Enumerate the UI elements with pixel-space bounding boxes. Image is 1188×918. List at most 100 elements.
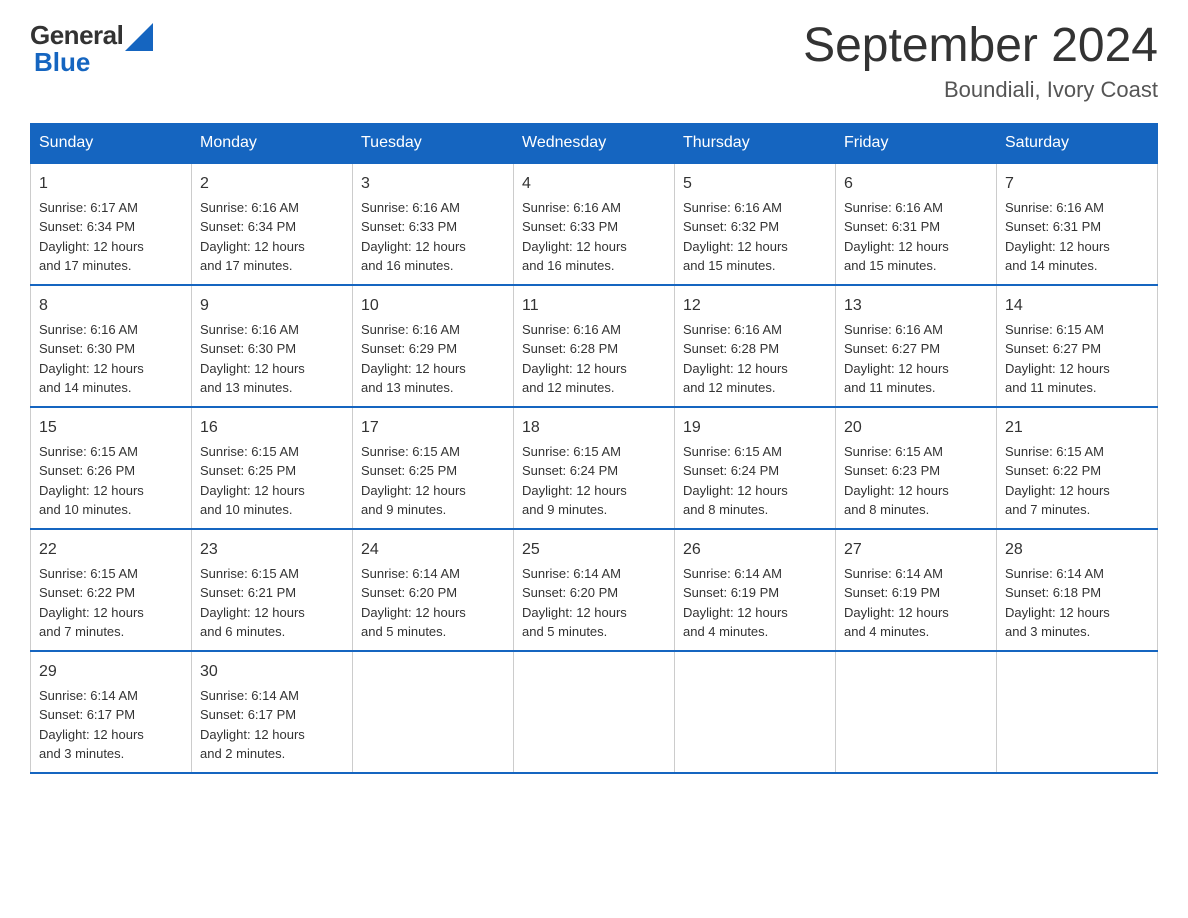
day-info: Sunrise: 6:17 AMSunset: 6:34 PMDaylight:…: [39, 200, 144, 274]
day-number: 18: [522, 416, 666, 440]
calendar-cell: 5 Sunrise: 6:16 AMSunset: 6:32 PMDayligh…: [675, 163, 836, 285]
day-info: Sunrise: 6:14 AMSunset: 6:19 PMDaylight:…: [683, 566, 788, 640]
day-info: Sunrise: 6:15 AMSunset: 6:27 PMDaylight:…: [1005, 322, 1110, 396]
day-number: 2: [200, 172, 344, 196]
calendar-cell: 22 Sunrise: 6:15 AMSunset: 6:22 PMDaylig…: [31, 529, 192, 651]
day-info: Sunrise: 6:16 AMSunset: 6:30 PMDaylight:…: [200, 322, 305, 396]
calendar-cell: 10 Sunrise: 6:16 AMSunset: 6:29 PMDaylig…: [353, 285, 514, 407]
header-monday: Monday: [192, 123, 353, 163]
calendar-cell: 11 Sunrise: 6:16 AMSunset: 6:28 PMDaylig…: [514, 285, 675, 407]
calendar-cell: [836, 651, 997, 773]
calendar-cell: 4 Sunrise: 6:16 AMSunset: 6:33 PMDayligh…: [514, 163, 675, 285]
day-number: 5: [683, 172, 827, 196]
day-info: Sunrise: 6:15 AMSunset: 6:21 PMDaylight:…: [200, 566, 305, 640]
day-number: 8: [39, 294, 183, 318]
day-info: Sunrise: 6:14 AMSunset: 6:20 PMDaylight:…: [522, 566, 627, 640]
day-info: Sunrise: 6:14 AMSunset: 6:17 PMDaylight:…: [39, 688, 144, 762]
day-info: Sunrise: 6:14 AMSunset: 6:20 PMDaylight:…: [361, 566, 466, 640]
day-number: 3: [361, 172, 505, 196]
day-info: Sunrise: 6:15 AMSunset: 6:25 PMDaylight:…: [200, 444, 305, 518]
calendar-table: Sunday Monday Tuesday Wednesday Thursday…: [30, 123, 1158, 774]
day-number: 25: [522, 538, 666, 562]
header-thursday: Thursday: [675, 123, 836, 163]
day-info: Sunrise: 6:14 AMSunset: 6:18 PMDaylight:…: [1005, 566, 1110, 640]
calendar-cell: 13 Sunrise: 6:16 AMSunset: 6:27 PMDaylig…: [836, 285, 997, 407]
day-number: 13: [844, 294, 988, 318]
logo: General Blue: [30, 20, 153, 78]
calendar-cell: 2 Sunrise: 6:16 AMSunset: 6:34 PMDayligh…: [192, 163, 353, 285]
day-info: Sunrise: 6:16 AMSunset: 6:33 PMDaylight:…: [522, 200, 627, 274]
calendar-cell: 28 Sunrise: 6:14 AMSunset: 6:18 PMDaylig…: [997, 529, 1158, 651]
calendar-cell: 12 Sunrise: 6:16 AMSunset: 6:28 PMDaylig…: [675, 285, 836, 407]
day-info: Sunrise: 6:16 AMSunset: 6:31 PMDaylight:…: [844, 200, 949, 274]
title-section: September 2024 Boundiali, Ivory Coast: [803, 20, 1158, 103]
calendar-cell: 21 Sunrise: 6:15 AMSunset: 6:22 PMDaylig…: [997, 407, 1158, 529]
subtitle: Boundiali, Ivory Coast: [803, 77, 1158, 103]
day-info: Sunrise: 6:15 AMSunset: 6:24 PMDaylight:…: [522, 444, 627, 518]
day-number: 9: [200, 294, 344, 318]
calendar-cell: [675, 651, 836, 773]
day-number: 24: [361, 538, 505, 562]
calendar-cell: 7 Sunrise: 6:16 AMSunset: 6:31 PMDayligh…: [997, 163, 1158, 285]
calendar-cell: 17 Sunrise: 6:15 AMSunset: 6:25 PMDaylig…: [353, 407, 514, 529]
calendar-cell: [514, 651, 675, 773]
day-info: Sunrise: 6:16 AMSunset: 6:30 PMDaylight:…: [39, 322, 144, 396]
day-info: Sunrise: 6:16 AMSunset: 6:32 PMDaylight:…: [683, 200, 788, 274]
day-info: Sunrise: 6:16 AMSunset: 6:34 PMDaylight:…: [200, 200, 305, 274]
day-number: 4: [522, 172, 666, 196]
day-number: 16: [200, 416, 344, 440]
day-info: Sunrise: 6:16 AMSunset: 6:31 PMDaylight:…: [1005, 200, 1110, 274]
day-info: Sunrise: 6:16 AMSunset: 6:29 PMDaylight:…: [361, 322, 466, 396]
day-number: 26: [683, 538, 827, 562]
page-header: General Blue September 2024 Boundiali, I…: [30, 20, 1158, 103]
day-info: Sunrise: 6:15 AMSunset: 6:23 PMDaylight:…: [844, 444, 949, 518]
day-info: Sunrise: 6:14 AMSunset: 6:17 PMDaylight:…: [200, 688, 305, 762]
day-number: 10: [361, 294, 505, 318]
calendar-week-1: 1 Sunrise: 6:17 AMSunset: 6:34 PMDayligh…: [31, 163, 1158, 285]
calendar-cell: 25 Sunrise: 6:14 AMSunset: 6:20 PMDaylig…: [514, 529, 675, 651]
day-info: Sunrise: 6:15 AMSunset: 6:22 PMDaylight:…: [39, 566, 144, 640]
calendar-cell: 20 Sunrise: 6:15 AMSunset: 6:23 PMDaylig…: [836, 407, 997, 529]
day-number: 28: [1005, 538, 1149, 562]
day-number: 30: [200, 660, 344, 684]
calendar-cell: 1 Sunrise: 6:17 AMSunset: 6:34 PMDayligh…: [31, 163, 192, 285]
header-saturday: Saturday: [997, 123, 1158, 163]
main-title: September 2024: [803, 20, 1158, 73]
day-info: Sunrise: 6:16 AMSunset: 6:33 PMDaylight:…: [361, 200, 466, 274]
day-number: 23: [200, 538, 344, 562]
day-number: 12: [683, 294, 827, 318]
calendar-week-2: 8 Sunrise: 6:16 AMSunset: 6:30 PMDayligh…: [31, 285, 1158, 407]
day-number: 27: [844, 538, 988, 562]
calendar-cell: 15 Sunrise: 6:15 AMSunset: 6:26 PMDaylig…: [31, 407, 192, 529]
day-number: 15: [39, 416, 183, 440]
calendar-cell: 24 Sunrise: 6:14 AMSunset: 6:20 PMDaylig…: [353, 529, 514, 651]
calendar-week-5: 29 Sunrise: 6:14 AMSunset: 6:17 PMDaylig…: [31, 651, 1158, 773]
day-number: 17: [361, 416, 505, 440]
day-number: 21: [1005, 416, 1149, 440]
day-info: Sunrise: 6:16 AMSunset: 6:28 PMDaylight:…: [522, 322, 627, 396]
calendar-cell: 6 Sunrise: 6:16 AMSunset: 6:31 PMDayligh…: [836, 163, 997, 285]
day-number: 19: [683, 416, 827, 440]
day-number: 20: [844, 416, 988, 440]
day-info: Sunrise: 6:15 AMSunset: 6:26 PMDaylight:…: [39, 444, 144, 518]
calendar-cell: 27 Sunrise: 6:14 AMSunset: 6:19 PMDaylig…: [836, 529, 997, 651]
calendar-cell: [353, 651, 514, 773]
header-tuesday: Tuesday: [353, 123, 514, 163]
calendar-cell: 26 Sunrise: 6:14 AMSunset: 6:19 PMDaylig…: [675, 529, 836, 651]
calendar-week-4: 22 Sunrise: 6:15 AMSunset: 6:22 PMDaylig…: [31, 529, 1158, 651]
day-number: 11: [522, 294, 666, 318]
calendar-cell: 16 Sunrise: 6:15 AMSunset: 6:25 PMDaylig…: [192, 407, 353, 529]
header-wednesday: Wednesday: [514, 123, 675, 163]
day-number: 7: [1005, 172, 1149, 196]
day-info: Sunrise: 6:14 AMSunset: 6:19 PMDaylight:…: [844, 566, 949, 640]
header-friday: Friday: [836, 123, 997, 163]
calendar-cell: 19 Sunrise: 6:15 AMSunset: 6:24 PMDaylig…: [675, 407, 836, 529]
logo-triangle-icon: [125, 23, 153, 51]
calendar-cell: 9 Sunrise: 6:16 AMSunset: 6:30 PMDayligh…: [192, 285, 353, 407]
day-info: Sunrise: 6:15 AMSunset: 6:24 PMDaylight:…: [683, 444, 788, 518]
calendar-cell: 30 Sunrise: 6:14 AMSunset: 6:17 PMDaylig…: [192, 651, 353, 773]
calendar-cell: 3 Sunrise: 6:16 AMSunset: 6:33 PMDayligh…: [353, 163, 514, 285]
calendar-week-3: 15 Sunrise: 6:15 AMSunset: 6:26 PMDaylig…: [31, 407, 1158, 529]
logo-blue-text: Blue: [34, 47, 90, 77]
day-number: 29: [39, 660, 183, 684]
